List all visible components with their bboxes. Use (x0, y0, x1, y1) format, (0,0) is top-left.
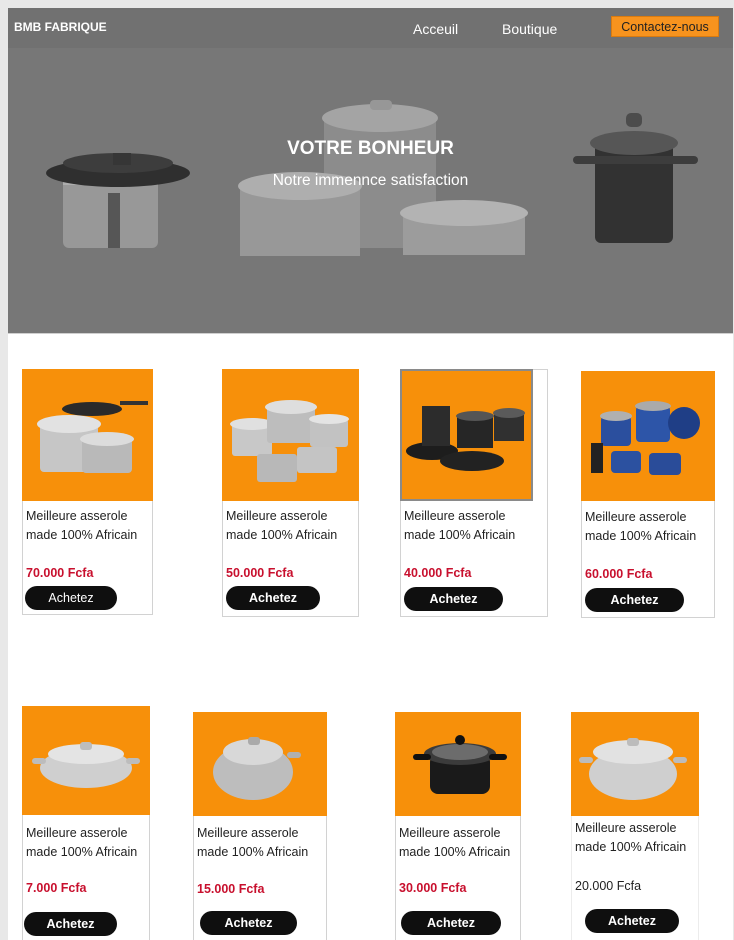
product-card: Meilleure asserole made 100% Africain 50… (222, 369, 359, 617)
product-image[interactable] (193, 712, 327, 816)
product-image[interactable] (581, 371, 715, 501)
hero-banner: BMB FABRIQUE Acceuil Boutique Contactez-… (8, 8, 733, 333)
product-price: 7.000 Fcfa (26, 881, 87, 895)
buy-button[interactable]: Achetez (404, 587, 503, 611)
product-description: Meilleure asserole made 100% Africain (404, 509, 516, 542)
buy-button[interactable]: Achetez (401, 911, 501, 935)
divider (8, 333, 733, 334)
cookware-hero-image (46, 100, 698, 256)
product-card: Meilleure asserole made 100% Africain 7.… (22, 706, 150, 940)
page: BMB FABRIQUE Acceuil Boutique Contactez-… (8, 8, 733, 940)
product-price: 30.000 Fcfa (399, 881, 467, 895)
brand-logo[interactable]: BMB FABRIQUE (14, 20, 107, 34)
product-image[interactable] (22, 706, 150, 815)
buy-button[interactable]: Achetez (24, 912, 117, 936)
product-price: 40.000 Fcfa (404, 566, 472, 580)
aluminium-pot-icon (213, 737, 301, 800)
cookware-set-icon (406, 406, 525, 471)
cookware-set-icon (230, 400, 349, 482)
product-price: 70.000 Fcfa (26, 566, 94, 580)
product-description: Meilleure asserole made 100% Africain (26, 509, 138, 542)
product-price: 15.000 Fcfa (197, 882, 265, 896)
product-card: Meilleure asserole made 100% Africain 40… (400, 369, 548, 617)
hero-subtitle: Notre immennce satisfaction (272, 172, 469, 189)
cookware-set-icon (591, 401, 700, 475)
product-price: 20.000 Fcfa (575, 879, 642, 893)
product-image[interactable] (222, 369, 359, 501)
product-card: Meilleure asserole made 100% Africain 60… (581, 371, 715, 618)
cookware-set-icon (37, 401, 148, 473)
product-description: Meilleure asserole made 100% Africain (226, 509, 338, 542)
product-description: Meilleure asserole made 100% Africain (575, 821, 687, 854)
aluminium-pot-icon (579, 738, 687, 800)
buy-button[interactable]: Achetez (585, 909, 679, 933)
hero-title: VOTRE BONHEUR (287, 138, 454, 159)
product-image[interactable] (400, 369, 533, 501)
top-navbar: BMB FABRIQUE Acceuil Boutique Contactez-… (8, 8, 733, 48)
product-image[interactable] (395, 712, 521, 816)
nav-link-acceuil[interactable]: Acceuil (413, 21, 458, 37)
product-image[interactable] (22, 369, 153, 501)
buy-button[interactable]: Achetez (226, 586, 320, 610)
product-price: 60.000 Fcfa (585, 567, 653, 581)
product-price: 50.000 Fcfa (226, 566, 294, 580)
product-card: Meilleure asserole made 100% Africain 20… (571, 712, 699, 940)
black-pot-icon (413, 735, 507, 794)
product-image[interactable] (571, 712, 699, 816)
product-description: Meilleure asserole made 100% Africain (399, 826, 511, 859)
buy-button[interactable]: Achetez (200, 911, 297, 935)
buy-button[interactable]: Achetez (25, 586, 117, 610)
product-description: Meilleure asserole made 100% Africain (26, 826, 138, 859)
product-description: Meilleure asserole made 100% Africain (197, 826, 309, 859)
product-description: Meilleure asserole made 100% Africain (585, 510, 697, 543)
nav-link-boutique[interactable]: Boutique (502, 21, 557, 37)
buy-button[interactable]: Achetez (585, 588, 684, 612)
contact-button[interactable]: Contactez-nous (611, 16, 719, 37)
product-card: Meilleure asserole made 100% Africain 15… (193, 712, 327, 940)
aluminium-pot-icon (32, 742, 140, 788)
product-card: Meilleure asserole made 100% Africain 30… (395, 712, 521, 940)
product-card: Meilleure asserole made 100% Africain 70… (22, 369, 153, 615)
